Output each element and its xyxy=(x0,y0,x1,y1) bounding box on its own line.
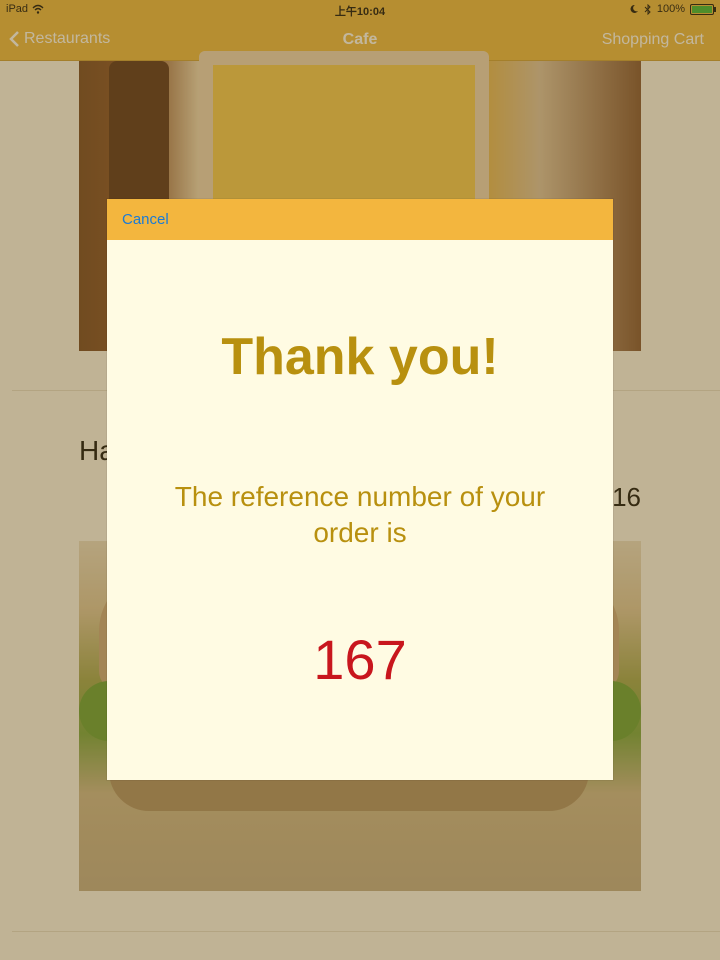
order-confirmation-modal: Cancel Thank you! The reference number o… xyxy=(107,199,613,780)
reference-message: The reference number of your order is xyxy=(174,481,546,548)
cancel-button[interactable]: Cancel xyxy=(122,211,169,228)
reference-number: 167 xyxy=(313,628,407,691)
thank-you-title: Thank you! xyxy=(221,328,499,386)
modal-header: Cancel xyxy=(107,199,613,240)
